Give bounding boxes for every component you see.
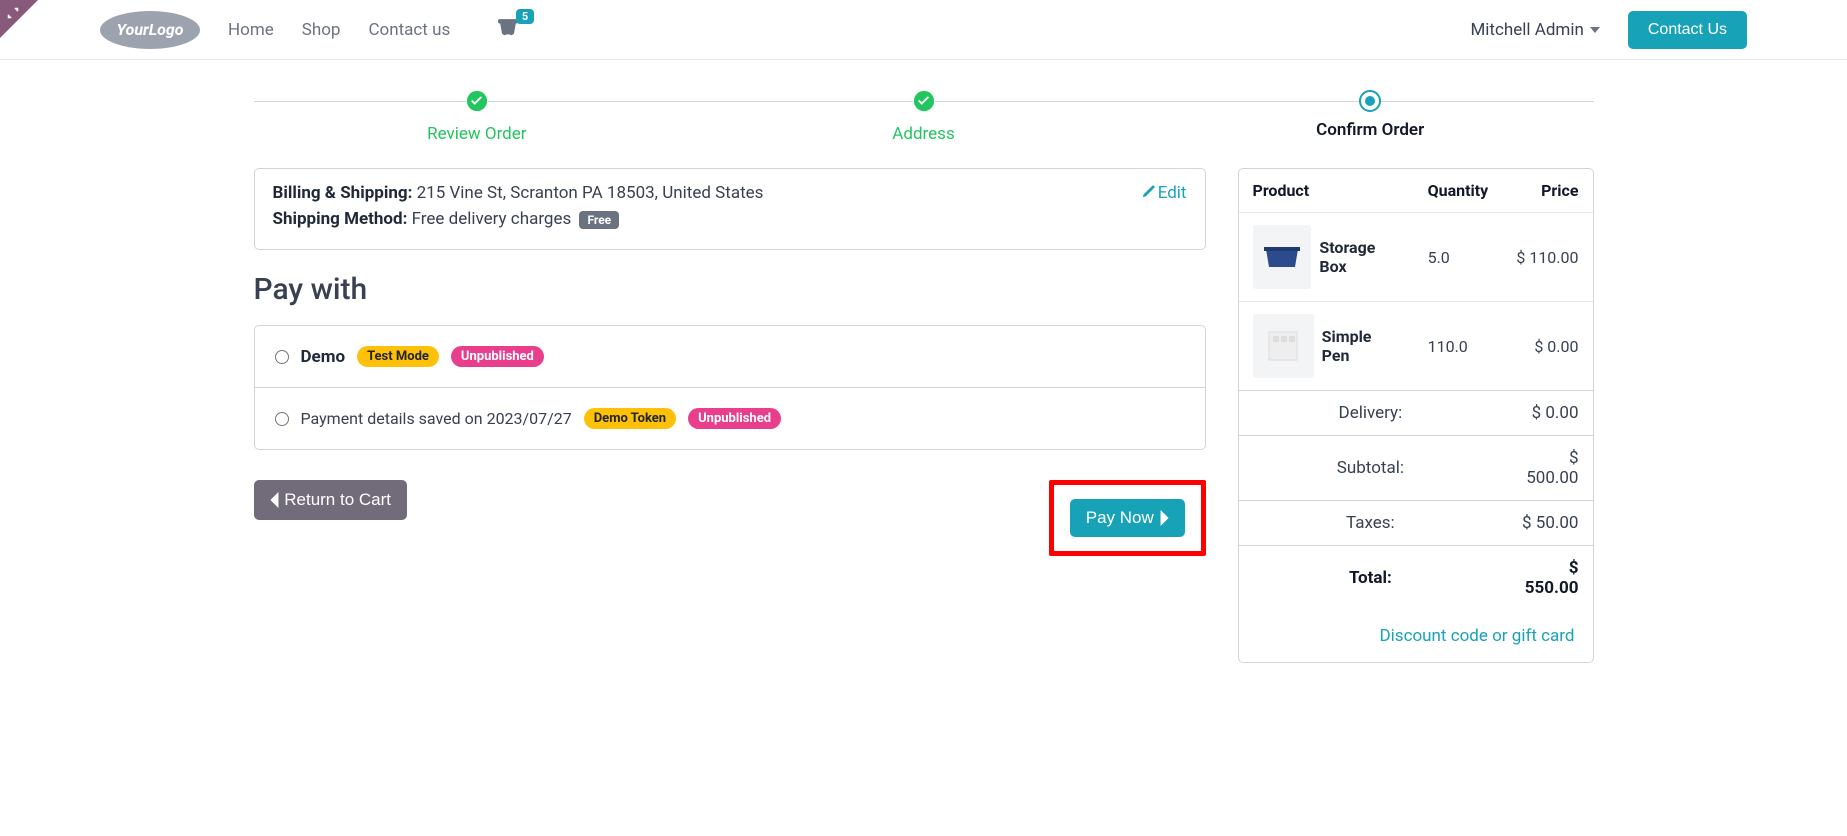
product-image	[1253, 314, 1314, 378]
highlight-box: Pay Now	[1049, 480, 1206, 556]
test-mode-badge: Test Mode	[357, 346, 439, 367]
taxes-value: $ 50.00	[1502, 501, 1592, 546]
step-confirm: Confirm Order	[1147, 90, 1594, 140]
cart-count-badge: 5	[516, 9, 534, 24]
delivery-label: Delivery:	[1239, 391, 1503, 436]
chevron-right-icon	[1159, 510, 1169, 526]
product-price: $ 0.00	[1502, 302, 1592, 391]
contact-us-button[interactable]: Contact Us	[1628, 11, 1747, 49]
current-step-icon	[1359, 90, 1381, 112]
return-label: Return to Cart	[284, 490, 391, 510]
table-row: Simple Pen 110.0 $ 0.00	[1239, 302, 1593, 391]
edit-address-link[interactable]: Edit	[1141, 183, 1187, 203]
unpublished-badge: Unpublished	[688, 408, 781, 429]
product-image	[1253, 225, 1312, 289]
subtotal-label: Subtotal:	[1239, 436, 1503, 501]
table-row: Storage Box 5.0 $ 110.00	[1239, 213, 1593, 302]
product-qty: 110.0	[1414, 302, 1503, 391]
nav-shop[interactable]: Shop	[302, 20, 341, 40]
check-circle-icon	[466, 90, 488, 112]
free-badge: Free	[579, 211, 619, 229]
order-summary: Product Quantity Price	[1238, 168, 1594, 663]
billing-address: 215 Vine St, Scranton PA 18503, United S…	[417, 183, 764, 203]
checkout-steps: Review Order Address Confirm Order	[254, 90, 1594, 144]
taxes-row: Taxes: $ 50.00	[1239, 501, 1593, 546]
delivery-value: $ 0.00	[1502, 391, 1592, 436]
pay-with-heading: Pay with	[254, 272, 1206, 307]
saved-payment-label: Payment details saved on 2023/07/27	[301, 409, 572, 428]
navbar: YourLogo Home Shop Contact us 5 Mitchell…	[0, 0, 1847, 60]
pay-now-label: Pay Now	[1086, 508, 1154, 528]
product-qty: 5.0	[1414, 213, 1503, 302]
pay-now-button[interactable]: Pay Now	[1070, 499, 1185, 537]
taxes-label: Taxes:	[1239, 501, 1503, 546]
shipping-card: Edit Billing & Shipping: 215 Vine St, Sc…	[254, 168, 1206, 250]
product-name: Storage Box	[1319, 238, 1399, 276]
delivery-row: Delivery: $ 0.00	[1239, 391, 1593, 436]
chevron-left-icon	[270, 492, 280, 508]
step-confirm-label: Confirm Order	[1147, 120, 1594, 140]
shipping-method-label: Shipping Method:	[273, 209, 408, 229]
return-to-cart-button[interactable]: Return to Cart	[254, 480, 408, 520]
product-name: Simple Pen	[1322, 327, 1400, 365]
billing-label: Billing & Shipping:	[273, 183, 413, 203]
total-label: Total:	[1239, 546, 1503, 611]
payment-option-saved[interactable]: Payment details saved on 2023/07/27 Demo…	[255, 387, 1205, 449]
step-address-label: Address	[700, 124, 1147, 144]
payment-radio-saved[interactable]	[275, 412, 289, 426]
subtotal-row: Subtotal: $ 500.00	[1239, 436, 1593, 501]
hdr-qty: Quantity	[1414, 169, 1503, 213]
shipping-method-value: Free delivery charges	[412, 209, 572, 229]
total-value: $ 550.00	[1502, 546, 1592, 611]
user-menu[interactable]: Mitchell Admin	[1470, 20, 1599, 40]
user-name: Mitchell Admin	[1470, 20, 1583, 40]
payment-option-demo[interactable]: Demo Test Mode Unpublished	[255, 326, 1205, 387]
payment-options: Demo Test Mode Unpublished Payment detai…	[254, 325, 1206, 450]
demo-token-badge: Demo Token	[584, 408, 676, 429]
logo-text: YourLogo	[100, 11, 200, 49]
product-price: $ 110.00	[1502, 213, 1592, 302]
unpublished-badge: Unpublished	[451, 346, 544, 367]
hdr-price: Price	[1502, 169, 1592, 213]
subtotal-value: $ 500.00	[1502, 436, 1592, 501]
demo-label: Demo	[301, 347, 346, 367]
discount-code-link[interactable]: Discount code or gift card	[1380, 626, 1575, 646]
nav-contact[interactable]: Contact us	[368, 20, 450, 40]
step-review[interactable]: Review Order	[254, 90, 701, 144]
check-circle-icon	[913, 90, 935, 112]
edit-label: Edit	[1158, 183, 1187, 203]
step-review-label: Review Order	[254, 124, 701, 144]
logo[interactable]: YourLogo	[100, 11, 200, 49]
caret-down-icon	[1590, 27, 1600, 33]
step-address[interactable]: Address	[700, 90, 1147, 144]
edit-mode-ribbon[interactable]	[0, 0, 38, 38]
cart-link[interactable]: 5	[498, 19, 518, 41]
nav-home[interactable]: Home	[228, 20, 274, 40]
total-row: Total: $ 550.00	[1239, 546, 1593, 611]
hdr-product: Product	[1239, 169, 1414, 213]
payment-radio-demo[interactable]	[275, 350, 289, 364]
